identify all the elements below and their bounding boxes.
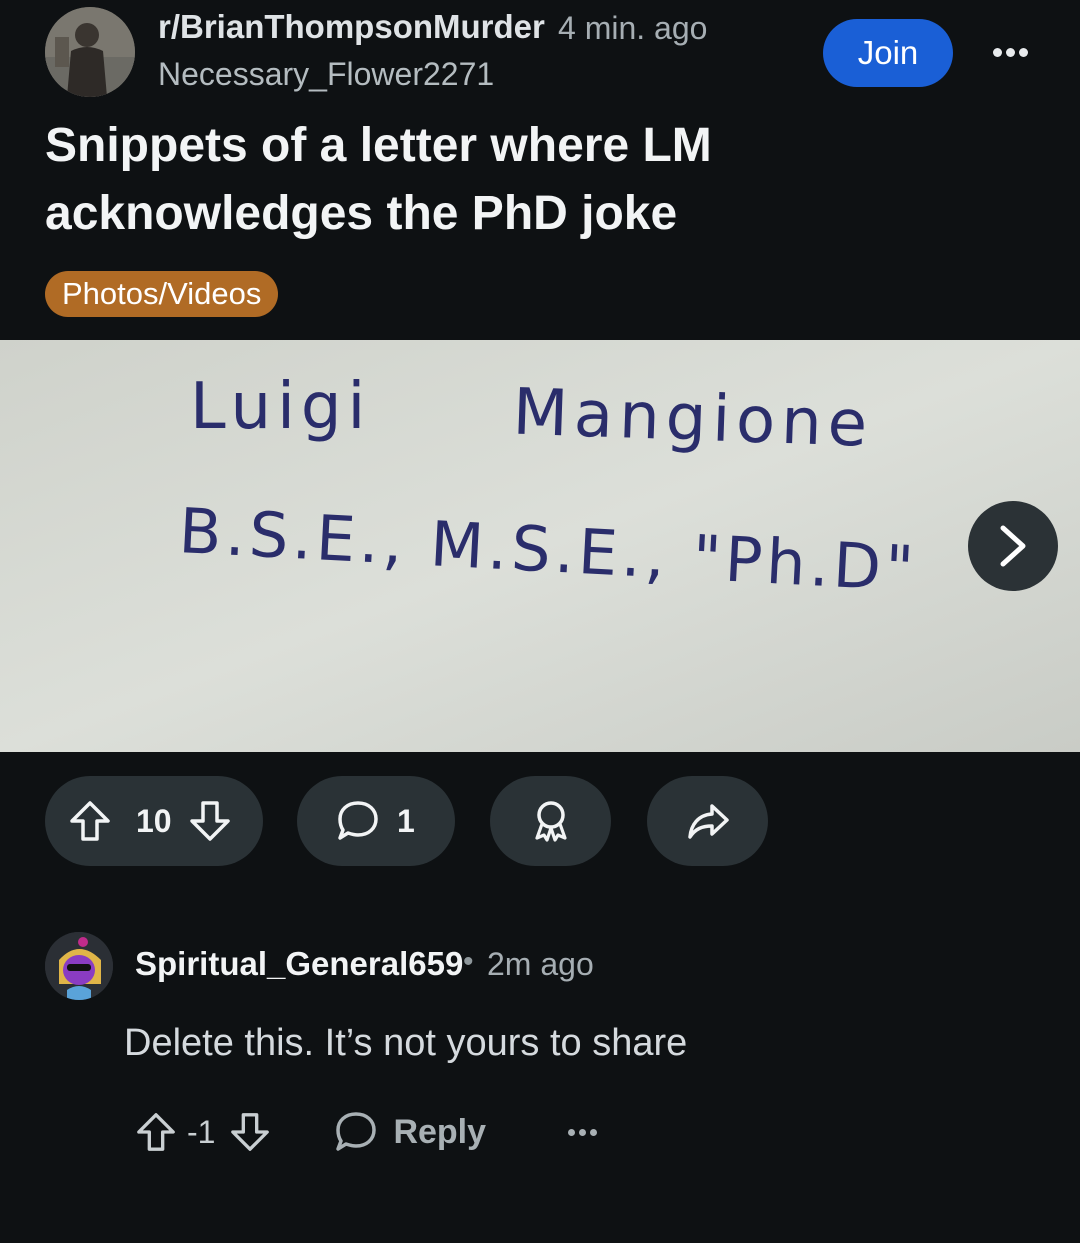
subreddit-name[interactable]: r/BrianThompsonMurder (158, 8, 545, 46)
more-icon (568, 1128, 576, 1136)
chevron-right-icon (1000, 525, 1026, 567)
avatar-image (45, 932, 113, 1000)
join-button[interactable]: Join (823, 19, 953, 87)
comment-actions: -1 Reply (135, 1104, 598, 1160)
downvote-icon[interactable] (188, 799, 232, 843)
comments-button[interactable]: 1 (297, 776, 455, 866)
more-options-button[interactable] (985, 32, 1035, 72)
post-title: Snippets of a letter where LM acknowledg… (45, 119, 712, 240)
post-image[interactable]: Luigi Mangione B.S.E., M.S.E., "Ph.D" (0, 340, 1080, 752)
avatar-photo (45, 7, 135, 97)
upvote-icon[interactable] (135, 1111, 177, 1153)
comment-username[interactable]: Spiritual_General659 (135, 945, 463, 983)
share-icon (687, 804, 729, 839)
award-icon (534, 801, 567, 842)
post-timestamp: 4 min. ago (558, 10, 708, 46)
reply-button[interactable]: Reply (333, 1109, 486, 1155)
letter-line-last-name: Mangione (512, 375, 875, 462)
commenter-avatar[interactable] (45, 932, 113, 1000)
vote-control: 10 (45, 776, 263, 866)
reply-label: Reply (393, 1112, 487, 1151)
comment-icon (338, 801, 378, 840)
share-button[interactable] (647, 776, 768, 866)
upvote-icon[interactable] (68, 799, 112, 843)
post-author[interactable]: Necessary_Flower2271 (158, 56, 494, 93)
subreddit-avatar[interactable] (45, 7, 135, 97)
letter-line-first-name: Luigi (190, 370, 371, 444)
post-score: 10 (136, 802, 172, 839)
award-button[interactable] (490, 776, 611, 866)
downvote-icon[interactable] (229, 1111, 271, 1153)
handwritten-letter-image: Luigi Mangione B.S.E., M.S.E., "Ph.D" (0, 340, 1080, 752)
comment-body: Delete this. It’s not yours to share (124, 1022, 688, 1064)
more-icon (992, 47, 1002, 57)
comment-count: 1 (397, 802, 415, 839)
comment-separator: • (463, 945, 474, 978)
comment-score: -1 (187, 1113, 216, 1150)
reply-icon (336, 1112, 377, 1151)
carousel-next-button[interactable] (968, 501, 1058, 591)
comment-timestamp: 2m ago (487, 946, 594, 982)
comment-more-button[interactable] (568, 1128, 598, 1136)
post-flair[interactable]: Photos/Videos (45, 271, 279, 317)
